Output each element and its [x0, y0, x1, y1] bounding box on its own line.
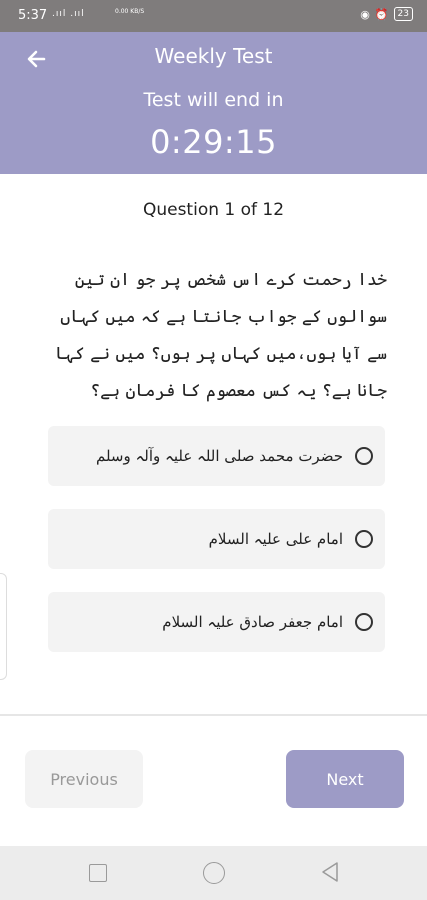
page-title: Weekly Test [154, 44, 273, 68]
radio-unchecked-icon[interactable] [355, 530, 373, 548]
circle-icon[interactable] [203, 862, 225, 884]
answer-option-label: حضرت محمد صلی اللہ علیہ وآلہ وسلم [95, 447, 343, 465]
answer-option-label: امام جعفر صادق علیہ السلام [162, 613, 343, 631]
status-icons: ◉ ⏰ 23 [360, 7, 413, 21]
data-saver-icon: ◉ [360, 7, 370, 21]
test-header: Weekly Test Test will end in 0:29:15 [0, 32, 427, 174]
network-speed: 0.00 KB/S [115, 8, 145, 15]
answer-option-3[interactable]: امام جعفر صادق علیہ السلام [48, 592, 385, 652]
previous-button[interactable]: Previous [25, 750, 143, 808]
status-bar: 5:37 .ııl .ııl 0.00 KB/S ◉ ⏰ 23 [0, 0, 427, 32]
answer-option-label: امام علی علیہ السلام [208, 530, 343, 548]
countdown-timer: 0:29:15 [150, 123, 277, 161]
signal-icon: .ııl .ııl [52, 9, 85, 19]
question-counter: Question 1 of 12 [142, 200, 285, 220]
answer-option-1[interactable]: حضرت محمد صلی اللہ علیہ وآلہ وسلم [48, 426, 385, 486]
triangle-back-icon[interactable] [320, 861, 340, 883]
answer-option-2[interactable]: امام علی علیہ السلام [48, 509, 385, 569]
timer-caption: Test will end in [143, 89, 284, 111]
side-drawer-handle[interactable] [0, 573, 7, 680]
next-button[interactable]: Next [286, 750, 404, 808]
battery-icon: 23 [393, 7, 413, 21]
square-icon[interactable] [89, 864, 107, 882]
radio-unchecked-icon[interactable] [355, 447, 373, 465]
radio-unchecked-icon[interactable] [355, 613, 373, 631]
alarm-icon: ⏰ [374, 7, 389, 21]
status-time: 5:37 [18, 8, 48, 23]
question-text: خدا رحمت کرے اس شخص پر جو ان تین سوالوں … [54, 270, 387, 401]
system-nav-bar [0, 846, 427, 900]
footer-divider [0, 714, 427, 716]
